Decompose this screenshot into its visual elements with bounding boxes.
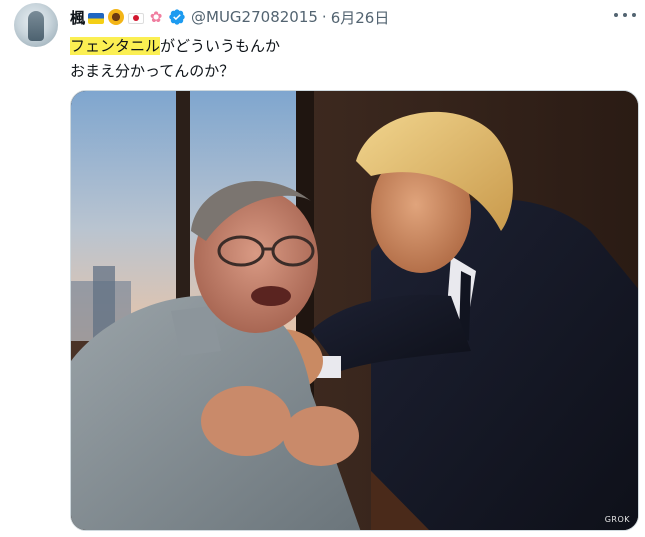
tweet-header: 楓 ✿ @MUG27082015 · 6月26日 (70, 6, 389, 28)
user-handle[interactable]: @MUG27082015 (191, 8, 318, 26)
verified-badge-icon (169, 9, 185, 25)
tweet-text: フェンタニルがどういうもんか おまえ分かってんのか？ (70, 34, 630, 84)
tweet-image[interactable]: GROK (70, 90, 639, 531)
highlighted-word: フェンタニル (70, 37, 161, 55)
japan-flag-icon (128, 12, 145, 24)
ukraine-flag-icon (88, 12, 105, 24)
tweet-text-line-1-rest: がどういうもんか (160, 37, 281, 55)
tweet-text-line-1: フェンタニルがどういうもんか (70, 34, 630, 59)
tweet: 楓 ✿ @MUG27082015 · 6月26日 フェンタニルがどういうもんか … (0, 0, 645, 537)
tweet-date[interactable]: 6月26日 (331, 7, 390, 28)
separator-dot: · (321, 8, 327, 26)
watermark-label: GROK (604, 515, 630, 524)
cherry-blossom-icon: ✿ (149, 8, 163, 26)
sunflower-icon (108, 9, 125, 25)
more-options-icon[interactable] (614, 8, 636, 22)
generated-photo (71, 91, 638, 530)
tweet-text-line-2: おまえ分かってんのか？ (70, 62, 235, 80)
display-name[interactable]: 楓 (70, 7, 85, 28)
avatar[interactable] (14, 3, 58, 47)
